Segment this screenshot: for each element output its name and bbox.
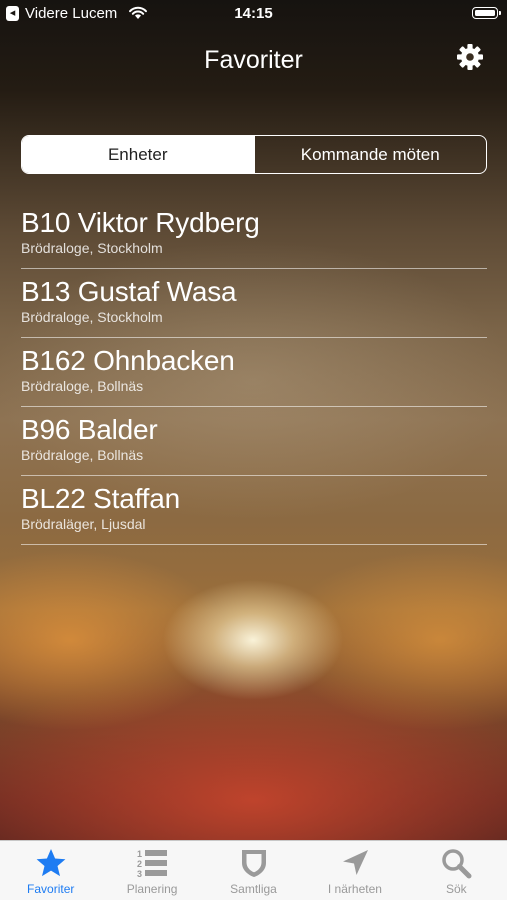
tab-label: I närheten (327, 882, 382, 896)
list-item[interactable]: B162 Ohnbacken Brödraloge, Bollnäs (21, 338, 487, 407)
favorites-list: B10 Viktor Rydberg Brödraloge, Stockholm… (21, 200, 487, 545)
tab-i-narheten[interactable]: I närheten (304, 841, 405, 900)
list-item-subtitle: Brödraläger, Ljusdal (21, 516, 146, 532)
tab-planering[interactable]: 1 2 3 Planering (101, 841, 202, 900)
tab-samtliga[interactable]: Samtliga (203, 841, 304, 900)
shield-icon (241, 850, 266, 877)
list-item-title: B162 Ohnbacken (21, 345, 235, 376)
tab-label: Samtliga (230, 882, 277, 896)
clock: 14:15 (234, 5, 273, 22)
list-item-title: B10 Viktor Rydberg (21, 207, 260, 238)
tab-sok[interactable]: Sök (406, 841, 507, 900)
list-item-subtitle: Brödraloge, Stockholm (21, 309, 163, 325)
svg-text:1: 1 (137, 849, 142, 859)
list-item[interactable]: BL22 Staffan Brödraläger, Ljusdal (21, 476, 487, 545)
segment-kommande-moten[interactable]: Kommande möten (253, 136, 487, 173)
tab-label: Planering (126, 882, 178, 896)
search-icon (442, 849, 472, 879)
svg-text:2: 2 (137, 859, 142, 869)
list-item[interactable]: B13 Gustaf Wasa Brödraloge, Stockholm (21, 269, 487, 338)
location-arrow-icon (342, 850, 368, 875)
list-item-subtitle: Brödraloge, Stockholm (21, 240, 163, 256)
gear-icon[interactable] (456, 43, 484, 71)
page-title: Favoriter (204, 46, 303, 74)
list-item-title: B96 Balder (21, 414, 158, 445)
tab-bar: Favoriter 1 2 3 Planering Samtliga I när… (0, 840, 507, 900)
tab-favoriter[interactable]: Favoriter (0, 841, 101, 900)
navigation-bar: Favoriter (0, 28, 507, 96)
list-item[interactable]: B96 Balder Brödraloge, Bollnäs (21, 407, 487, 476)
segment-enheter[interactable]: Enheter (22, 136, 254, 173)
tab-label: Favoriter (27, 882, 75, 896)
list-item-subtitle: Brödraloge, Bollnäs (21, 378, 144, 394)
list-item-subtitle: Brödraloge, Bollnäs (21, 447, 144, 463)
tab-label: Sök (445, 882, 467, 896)
svg-text:3: 3 (137, 869, 142, 879)
status-bar: ◂ Videre Lucem 14:15 (0, 0, 507, 28)
star-icon (36, 849, 66, 877)
battery-icon (472, 7, 501, 19)
numbered-list-icon: 1 2 3 (137, 849, 168, 879)
list-item[interactable]: B10 Viktor Rydberg Brödraloge, Stockholm (21, 200, 487, 269)
list-item-title: B13 Gustaf Wasa (21, 276, 237, 307)
segmented-control: Enheter Kommande möten (21, 135, 487, 174)
list-item-title: BL22 Staffan (21, 483, 180, 514)
